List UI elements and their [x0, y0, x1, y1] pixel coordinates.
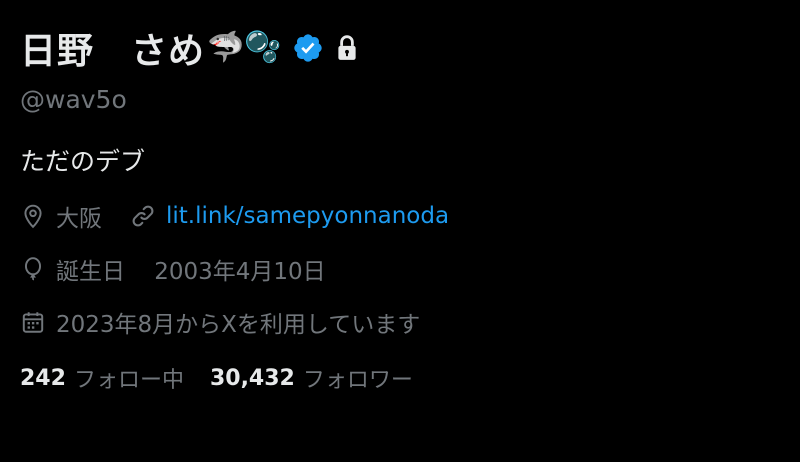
user-handle: @wav5o [20, 85, 127, 114]
display-name: 日野 さめ [20, 31, 206, 72]
website-link-group: lit.link/samepyonnanoda [130, 203, 449, 229]
followers-label: フォロワー [302, 368, 413, 393]
joined-row: 2023年8月からXを利用しています [20, 304, 780, 340]
balloon-icon [24, 257, 42, 281]
name-row: 日野 さめ 🦈🫧 [20, 20, 780, 76]
calendar-icon [22, 312, 44, 333]
name-emojis: 🦈🫧 [207, 30, 282, 65]
birthday-label: 誕生日 [56, 259, 125, 285]
following-label: フォロー中 [73, 368, 184, 393]
profile-header: 日野 さめ 🦈🫧 @wav5o ただのデブ 大阪 lit.link/samepy… [20, 20, 780, 396]
lock-icon [338, 35, 356, 60]
birthday-spacer [125, 256, 154, 282]
followers-link[interactable]: 30,432 フォロワー [210, 362, 413, 394]
location-link-row: 大阪 lit.link/samepyonnanoda [20, 198, 780, 234]
followers-count: 30,432 [209, 365, 295, 391]
bio-text: ただのデブ [20, 147, 146, 176]
location-text: 大阪 [56, 206, 102, 232]
link-icon [132, 205, 154, 227]
website-link[interactable]: lit.link/samepyonnanoda [166, 203, 449, 229]
location-pin-icon [24, 204, 42, 229]
birthday-row: 誕生日 2003年4月10日 [20, 251, 780, 287]
profile-tabs-cutoff [20, 432, 780, 462]
follow-stats: 242 フォロー中 30,432 フォロワー [20, 360, 780, 396]
verified-badge-icon[interactable] [292, 32, 324, 64]
following-link[interactable]: 242 フォロー中 [20, 362, 184, 394]
birthday-date: 2003年4月10日 [154, 259, 326, 285]
following-count: 242 [20, 365, 66, 391]
joined-text: 2023年8月からXを利用しています [56, 312, 421, 338]
